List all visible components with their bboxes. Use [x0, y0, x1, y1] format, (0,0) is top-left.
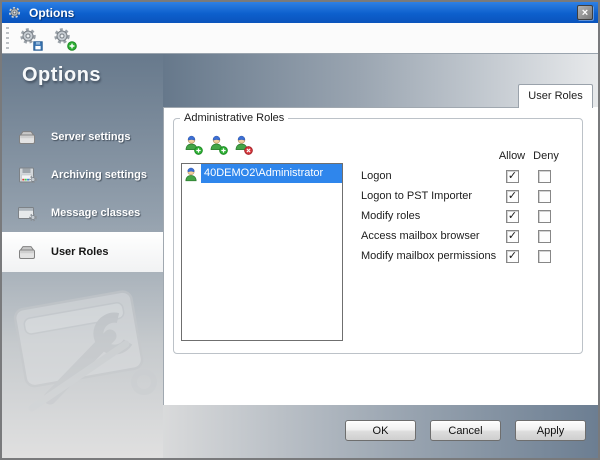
allow-checkbox-mailbox-permissions[interactable]: ✓	[506, 250, 519, 263]
tools-watermark-image	[0, 286, 188, 416]
permission-label-mailbox-browser: Access mailbox browser	[361, 226, 480, 246]
options-window: Options ×	[0, 0, 600, 460]
add-group-button[interactable]	[207, 134, 226, 153]
sidebar-item-message-classes[interactable]: Message classes	[2, 194, 163, 232]
message-classes-icon	[16, 205, 38, 222]
sidebar-item-server-settings[interactable]: Server settings	[2, 118, 163, 156]
deny-checkbox-mailbox-permissions[interactable]	[538, 250, 551, 263]
cancel-button[interactable]: Cancel	[430, 420, 501, 441]
plus-badge-icon	[194, 146, 203, 155]
permission-label-pst-importer: Logon to PST Importer	[361, 186, 472, 206]
titlebar: Options ×	[2, 2, 598, 23]
permission-label-logon: Logon	[361, 166, 392, 186]
sidebar-item-label: Server settings	[51, 131, 130, 143]
deny-checkbox-mailbox-browser[interactable]	[538, 230, 551, 243]
allow-checkbox-mailbox-browser[interactable]: ✓	[506, 230, 519, 243]
ok-button[interactable]: OK	[345, 420, 416, 441]
server-settings-icon	[16, 129, 38, 146]
allow-checkbox-logon[interactable]: ✓	[506, 170, 519, 183]
user-roles-icon	[16, 244, 38, 261]
sidebar-item-archiving-settings[interactable]: Archiving settings	[2, 156, 163, 194]
toolbar-grip[interactable]	[6, 27, 9, 49]
export-settings-button[interactable]	[17, 25, 43, 51]
content-panel: Administrative Roles	[163, 107, 593, 405]
deny-checkbox-modify-roles[interactable]	[538, 210, 551, 223]
plus-badge-icon	[219, 146, 228, 155]
add-badge-icon	[67, 41, 77, 51]
list-item-administrator[interactable]: 40DEMO2\Administrator	[182, 164, 342, 183]
member-name: 40DEMO2\Administrator	[201, 164, 342, 183]
archiving-settings-icon	[16, 167, 38, 184]
sidebar-item-user-roles[interactable]: User Roles	[2, 232, 163, 272]
tab-user-roles[interactable]: User Roles	[518, 84, 593, 108]
person-icon	[183, 166, 201, 182]
permission-label-modify-roles: Modify roles	[361, 206, 420, 226]
add-user-button[interactable]	[182, 134, 201, 153]
deny-checkbox-pst-importer[interactable]	[538, 190, 551, 203]
save-badge-icon	[33, 41, 43, 51]
close-button[interactable]: ×	[577, 5, 593, 20]
group-title: Administrative Roles	[180, 112, 288, 124]
permission-label-mailbox-permissions: Modify mailbox permissions	[361, 246, 496, 266]
import-settings-button[interactable]	[51, 25, 77, 51]
deny-checkbox-logon[interactable]	[538, 170, 551, 183]
sidebar-item-label: User Roles	[51, 246, 108, 258]
options-gear-icon	[8, 6, 21, 19]
sidebar-item-label: Archiving settings	[51, 169, 147, 181]
administrative-roles-group: Administrative Roles	[173, 112, 583, 354]
role-members-list[interactable]: 40DEMO2\Administrator	[181, 163, 343, 341]
toolbar	[2, 23, 598, 54]
apply-button[interactable]: Apply	[515, 420, 586, 441]
role-actions-toolbar	[182, 134, 251, 153]
page-title: Options	[22, 64, 101, 87]
dialog-body: Options Server settings Archiving settin…	[2, 54, 598, 458]
x-badge-icon	[244, 146, 253, 155]
remove-user-button[interactable]	[232, 134, 251, 153]
allow-checkbox-pst-importer[interactable]: ✓	[506, 190, 519, 203]
sidebar-item-label: Message classes	[51, 207, 140, 219]
deny-column-header: Deny	[526, 150, 566, 162]
allow-checkbox-modify-roles[interactable]: ✓	[506, 210, 519, 223]
window-title: Options	[29, 6, 74, 20]
